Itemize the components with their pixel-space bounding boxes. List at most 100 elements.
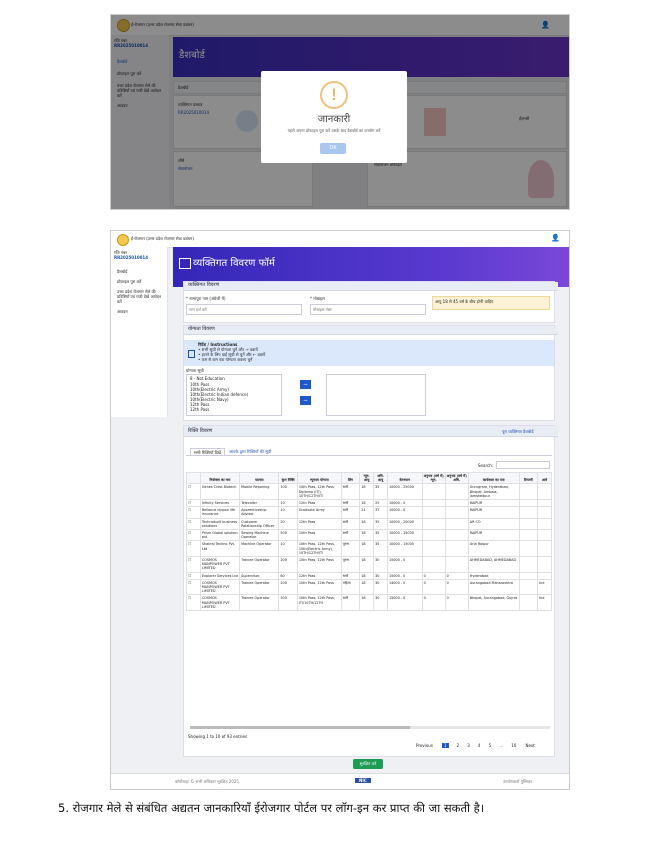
table-cell: RAIPUR [467,506,520,519]
tab-my-jobs[interactable]: आपके द्वारा रिक्तियों की सूची [226,448,274,455]
table-cell [444,483,469,501]
document-caption: 5. रोजगार मेले से संबंधित अद्यतन जानकारि… [58,801,485,815]
row-checkbox[interactable]: ☐ [186,499,201,508]
table-cell: 15000 - 0 [386,556,423,573]
table-cell [518,483,539,501]
scrollbar-thumb[interactable] [190,726,410,729]
row-checkbox[interactable]: ☐ [186,556,201,573]
table-cell: Sewing Machine Operator [239,529,280,542]
qualification-source-list[interactable]: 8 - Not Education 10th Pass 10th(Electri… [186,374,282,416]
table-cell: Trainee Operator [239,556,280,573]
table-cell: 10000 - 0 [386,499,423,508]
table-row: ☐ Prism Global solution pvt Sewing Machine… [186,529,552,542]
row-checkbox[interactable]: ☐ [186,529,201,542]
table-cell [518,540,539,558]
sidebar-item-dashboard[interactable]: डैशबोर्ड [117,269,165,274]
search-input[interactable] [496,461,550,469]
pager-page[interactable]: 4 [478,743,481,748]
warning-icon: ! [320,81,348,109]
column-header[interactable]: पदनाम [239,472,280,485]
column-header[interactable]: वेतनमान [386,472,423,485]
emblem-icon [117,234,129,246]
list-option[interactable]: 12th Pass [187,407,281,412]
table-cell: 10 [278,506,298,519]
table-cell [444,517,469,531]
table-cell: 30 [373,571,388,580]
pager-page[interactable]: 3 [467,743,470,748]
table-row: ☐ Explorer Services Ltd Supervisor 60 12th P… [186,571,552,580]
table-cell: Trainee Operator [239,594,280,612]
column-header[interactable]: कार्यस्थल का पता [467,472,520,485]
name-input[interactable] [186,304,302,315]
sidebar-item-apply[interactable]: आवदन [117,309,165,314]
table-cell: 35 [373,529,388,542]
sidebar-item-profile[interactable]: प्रोफ़ाइल पूरा करें [117,279,165,284]
pager-page[interactable]: 1 [442,743,449,748]
horizontal-scrollbar[interactable] [190,726,550,729]
row-checkbox[interactable]: ☐ [186,594,201,612]
table-cell: 14000 - 0 [386,578,423,596]
name-label: * नाम/पूरा नाम (अंग्रेजी में) [186,296,226,301]
section-heading: व्यक्तिगत विवरण [184,282,558,291]
move-right-button[interactable]: − [300,380,311,389]
table-cell: Urla Raipur [467,540,520,558]
column-header[interactable]: न्यूनतम योग्यता [296,472,342,485]
table-cell: 10000 - 20000 [386,517,423,531]
footer-manual-link[interactable]: उपयोगकर्ता पुस्तिका [503,779,532,784]
move-left-button[interactable]: − [300,396,311,405]
column-header[interactable]: अनुभव (वर्ष में) न्यून. [421,472,446,485]
sidebar-item-fairs[interactable]: उत्तर प्रदेश रोजगार मेले की प्रविष्टियाँ… [117,289,165,304]
column-header[interactable]: अनुभव (वर्ष में) अधि. [444,472,469,485]
mobile-input[interactable] [310,304,426,315]
pager-page[interactable]: 10 [511,743,516,748]
column-header[interactable]: लिंग [340,472,361,485]
column-header[interactable]: आवे [537,472,552,485]
table-cell: Prism Global solution pvt [199,529,241,542]
table-cell: RAIPUR [467,499,520,508]
pager-next[interactable]: Next [525,743,534,748]
table-cell: 10000 - 25000 [386,483,423,501]
qualification-selected-list[interactable] [326,374,426,416]
column-header[interactable]: कुल रिक्ति [278,472,298,485]
table-cell: 300 [278,594,298,612]
row-checkbox[interactable]: ☐ [186,571,201,580]
save-button[interactable]: सुरक्षित करें [353,759,383,769]
info-modal: ! जानकारी पहले अपना प्रोफाइल पूरा करें उ… [261,71,407,163]
table-cell [444,529,469,542]
table-cell: 18 [359,540,375,558]
row-checkbox[interactable]: ☐ [186,540,201,558]
column-header[interactable]: नियोक्ता का नाम [199,472,241,485]
table-cell: Reliance nippon life insurance [199,506,241,519]
table-cell: 10 [278,540,298,558]
table-row: ☐ COSMOS MANPOWER PVT LIMITED Trainee Oper… [186,578,552,596]
column-header[interactable]: टिप्पणी [518,472,539,485]
row-checkbox[interactable]: ☐ [186,517,201,531]
column-header[interactable] [186,472,201,485]
table-cell [537,529,552,542]
pager-page[interactable]: 2 [457,743,460,748]
table-cell: 30 [373,556,388,573]
table-cell: 10th Pass, 12th Pass [296,556,342,573]
row-checkbox[interactable]: ☐ [186,483,201,501]
table-cell: पुरुष [340,540,361,558]
column-header[interactable]: अधि. आयु [373,472,388,485]
pager-ellipsis: … [499,743,504,748]
table-cell [444,556,469,573]
table-cell: 10000 - 15000 [386,529,423,542]
jobs-link[interactable]: पूरा व्यक्तिगत डैशबोर्ड [502,429,534,434]
table-cell: 35 [373,540,388,558]
pager-page[interactable]: 5 [489,743,492,748]
row-checkbox[interactable]: ☐ [186,506,201,519]
table-cell: 15000 - 0 [386,571,423,580]
list-option[interactable]: 8 - Not Education [187,375,281,382]
table-cell: सभी [340,571,361,580]
table-cell: 200 [278,556,298,573]
row-checkbox[interactable]: ☐ [186,578,201,596]
table-cell: 0 [421,578,446,596]
table-cell: Hyderabad [467,571,520,580]
column-header[interactable]: न्यून. आयु [359,472,375,485]
pager-previous[interactable]: Previous [416,743,433,748]
table-cell [518,529,539,542]
ok-button[interactable]: OK [320,143,346,154]
user-icon[interactable]: 👤 [551,234,560,242]
